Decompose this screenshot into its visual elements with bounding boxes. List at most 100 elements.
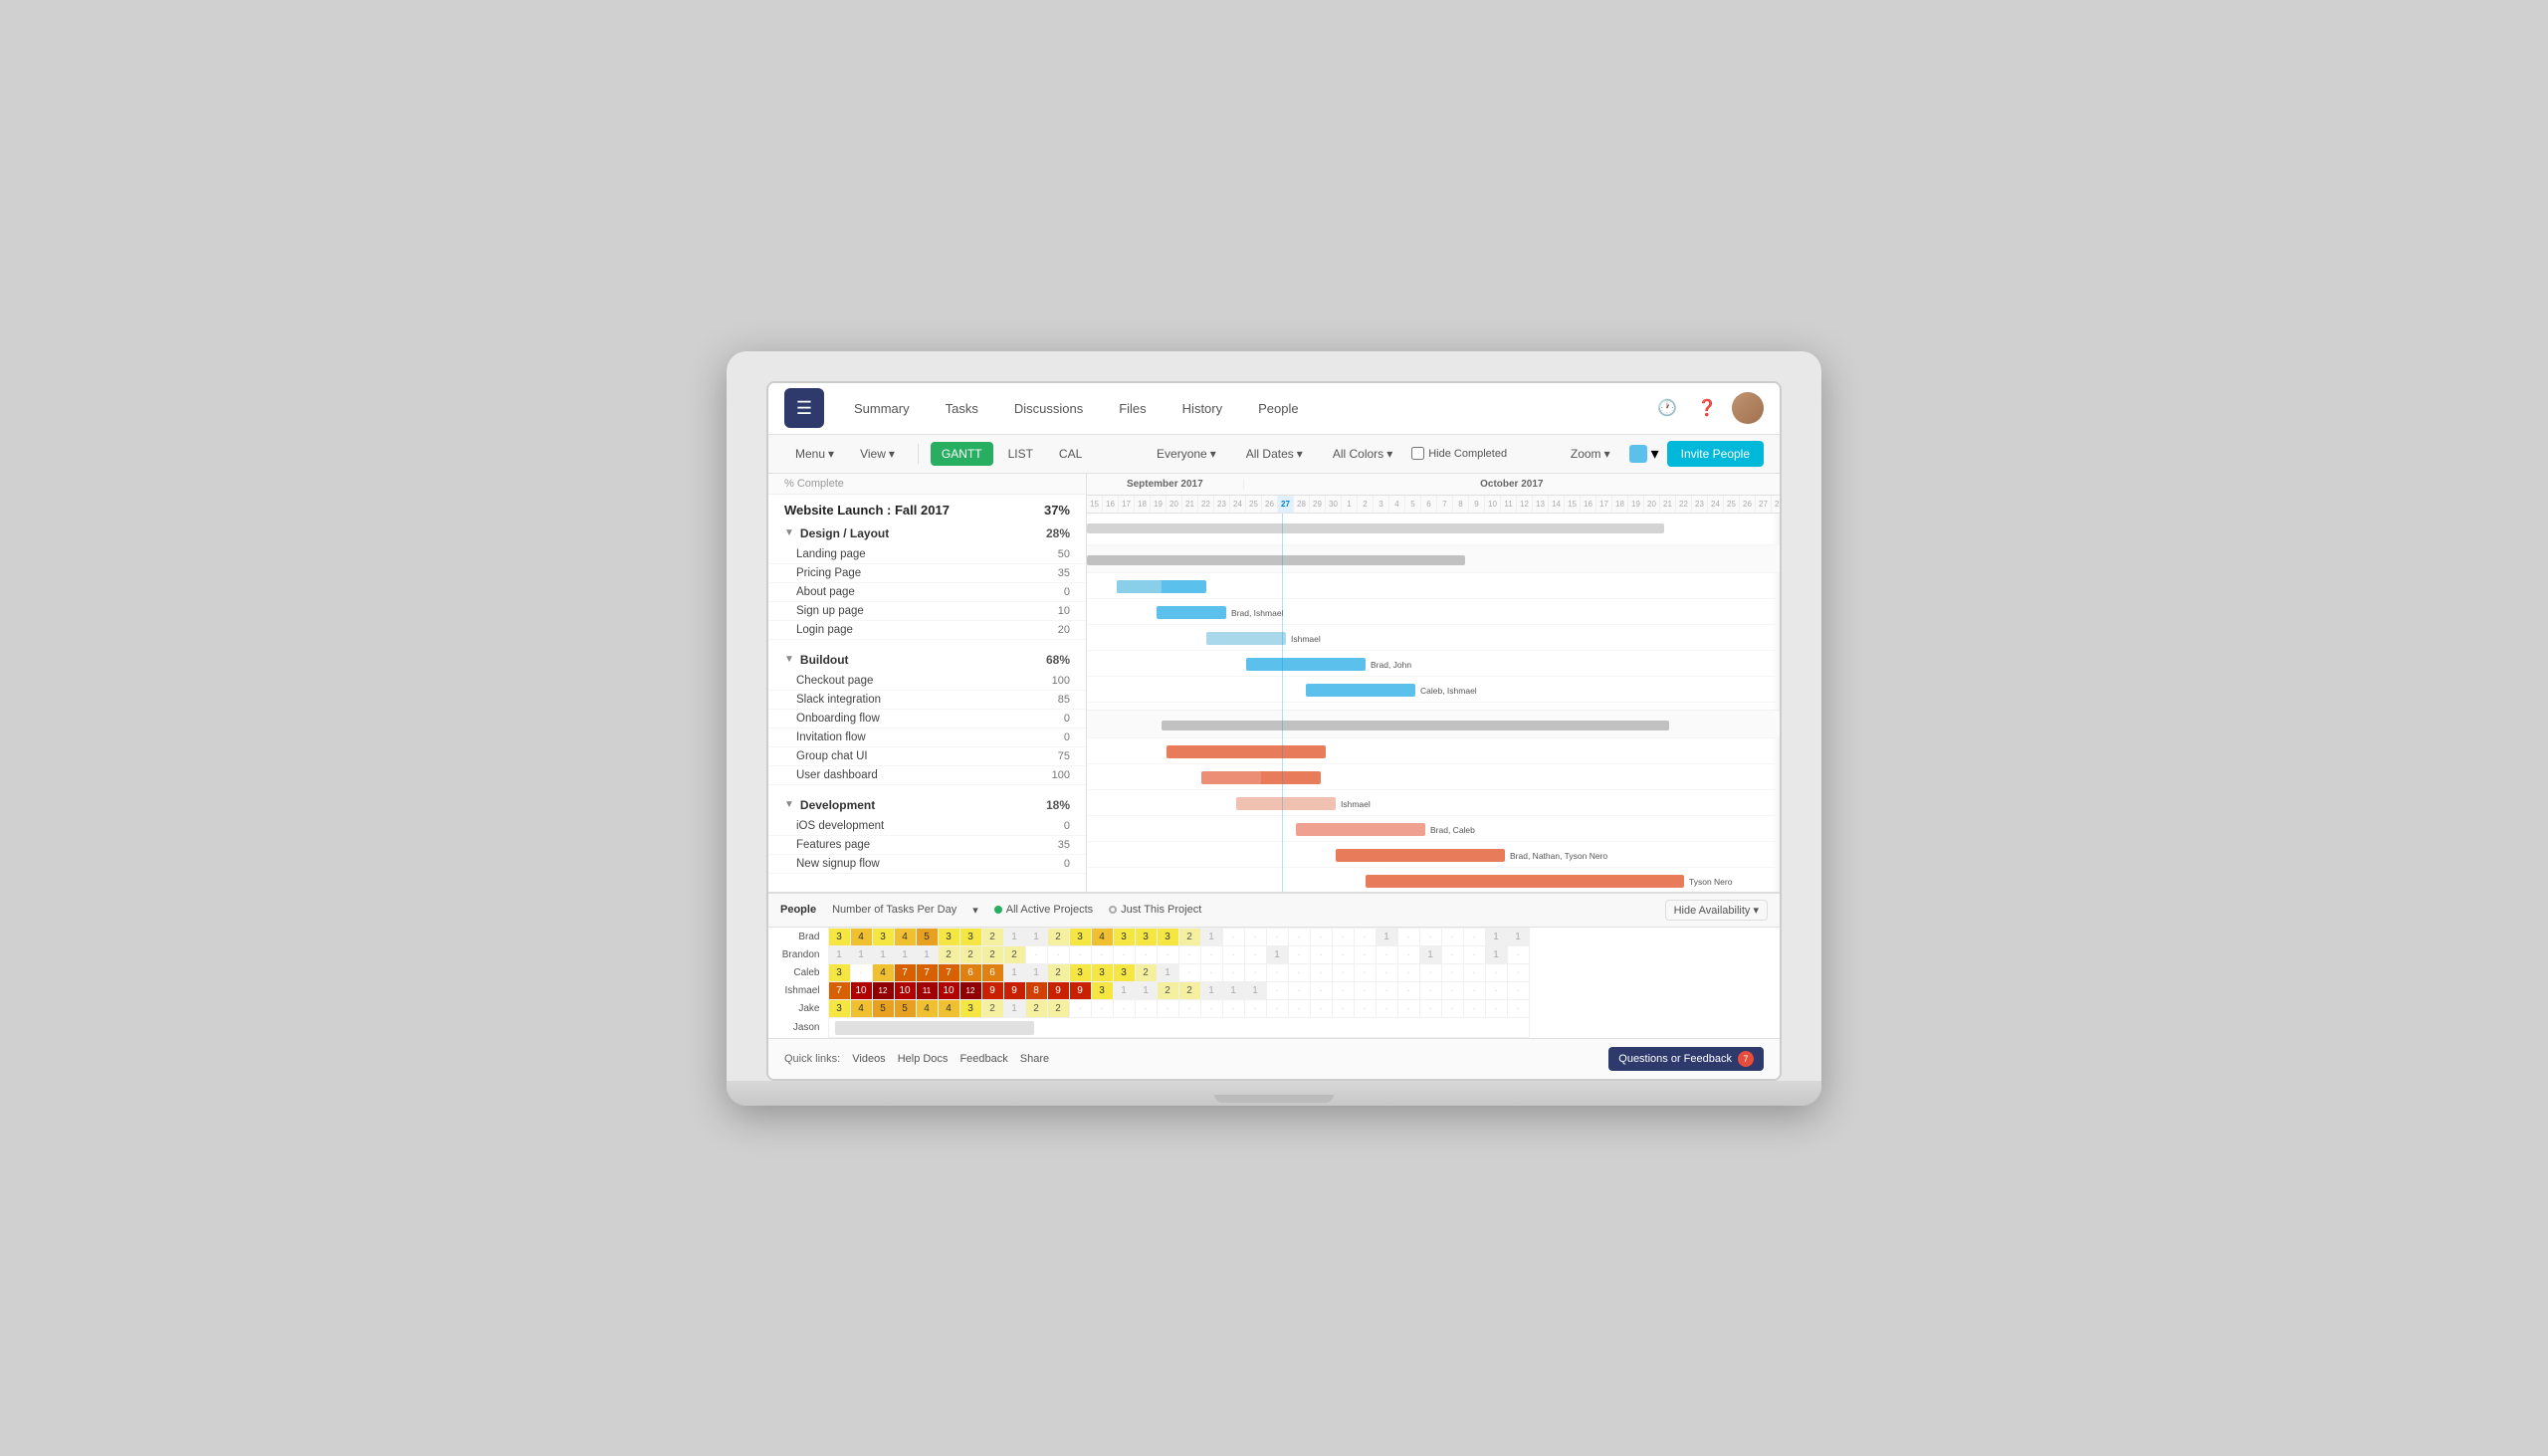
tab-people[interactable]: People xyxy=(1244,395,1312,422)
tab-files[interactable]: Files xyxy=(1105,395,1160,422)
project-title-row[interactable]: Website Launch : Fall 2017 37% xyxy=(768,495,1086,521)
collapse-icon: ▼ xyxy=(784,527,794,538)
project-percent: 37% xyxy=(1044,503,1070,518)
feedback-count: 7 xyxy=(1738,1051,1754,1067)
people-row-jake: Jake 34554432122····················· xyxy=(768,999,1529,1017)
gantt-button[interactable]: GANTT xyxy=(931,442,993,466)
footer-right: Questions or Feedback 7 xyxy=(1608,1047,1764,1071)
person-name: Jake xyxy=(768,999,828,1017)
people-table: Brad 343453321123433321·······1····11 Br… xyxy=(768,928,1530,1038)
task-row[interactable]: About page 0 xyxy=(768,583,1086,602)
task-row[interactable]: New signup flow 0 xyxy=(768,855,1086,874)
filter-dates[interactable]: All Dates ▾ xyxy=(1235,442,1314,466)
app-logo[interactable]: ☰ xyxy=(784,388,824,428)
task-row[interactable]: Landing page 50 xyxy=(768,545,1086,564)
people-grid: Brad 343453321123433321·······1····11 Br… xyxy=(768,928,1780,1038)
gantt-group-row xyxy=(1087,545,1780,573)
toolbar: Menu ▾ View ▾ GANTT LIST CAL Everyone ▾ … xyxy=(768,435,1780,474)
feedback-button[interactable]: Questions or Feedback 7 xyxy=(1608,1047,1764,1071)
tab-tasks[interactable]: Tasks xyxy=(932,395,992,422)
divider-1 xyxy=(918,444,919,464)
group-name: Development xyxy=(800,798,875,812)
footer-link-feedback[interactable]: Feedback xyxy=(959,1053,1007,1065)
tab-history[interactable]: History xyxy=(1168,395,1236,422)
today-line xyxy=(1282,514,1283,892)
task-row[interactable]: Login page 20 xyxy=(768,621,1086,640)
gantt-task-row xyxy=(1087,738,1780,764)
main-nav: Summary Tasks Discussions Files History … xyxy=(840,395,1652,422)
invite-people-button[interactable]: Invite People xyxy=(1667,441,1764,467)
gantt-task-row: Brad, John xyxy=(1087,651,1780,677)
hide-availability-button[interactable]: Hide Availability ▾ xyxy=(1665,900,1768,921)
group-name: Design / Layout xyxy=(800,526,889,540)
task-row[interactable]: Group chat UI 75 xyxy=(768,747,1086,766)
group-development[interactable]: ▼ Development 18% xyxy=(768,793,1086,817)
gantt-task-row: Ishmael xyxy=(1087,625,1780,651)
people-label: People xyxy=(780,904,816,916)
group-buildout[interactable]: ▼ Buildout 68% xyxy=(768,648,1086,672)
person-name: Caleb xyxy=(768,963,828,981)
task-row[interactable]: Invitation flow 0 xyxy=(768,728,1086,747)
person-name: Ishmael xyxy=(768,981,828,999)
filter-colors[interactable]: All Colors ▾ xyxy=(1322,442,1403,466)
user-avatar[interactable] xyxy=(1732,392,1764,424)
tasks-per-day-label: Number of Tasks Per Day xyxy=(832,904,956,916)
task-list-header: % Complete xyxy=(768,474,1086,495)
quick-links-label: Quick links: xyxy=(784,1053,840,1065)
footer: Quick links: Videos Help Docs Feedback S… xyxy=(768,1038,1780,1079)
people-header: People Number of Tasks Per Day ▾ All Act… xyxy=(768,894,1780,928)
gantt-body: .gr { height:26px; position:relative; bo… xyxy=(1087,514,1780,892)
footer-link-share[interactable]: Share xyxy=(1020,1053,1049,1065)
app-header: ☰ Summary Tasks Discussions Files Histor… xyxy=(768,383,1780,435)
gantt-task-row: Caleb, Ishmael xyxy=(1087,677,1780,703)
task-row[interactable]: Onboarding flow 0 xyxy=(768,710,1086,728)
task-list: % Complete Website Launch : Fall 2017 37… xyxy=(768,474,1087,892)
this-project-option[interactable]: Just This Project xyxy=(1109,904,1201,916)
people-row-brandon: Brandon 111112222···········1······1··1· xyxy=(768,945,1529,963)
menu-button[interactable]: Menu ▾ xyxy=(784,442,845,466)
tab-discussions[interactable]: Discussions xyxy=(1000,395,1097,422)
group-percent: 18% xyxy=(1046,798,1070,812)
all-projects-option[interactable]: All Active Projects xyxy=(994,904,1093,916)
gantt-task-row: Brad, Ishmael xyxy=(1087,599,1780,625)
project-title: Website Launch : Fall 2017 xyxy=(784,503,950,518)
gantt-day-header: .gd { width:16px; font-size:8px; color:#… xyxy=(1087,496,1780,514)
people-row-jason: Jason xyxy=(768,1017,1529,1037)
laptop-notch xyxy=(1214,1095,1334,1103)
gantt-group-row xyxy=(1087,711,1780,738)
collapse-icon: ▼ xyxy=(784,799,794,810)
task-row[interactable]: User dashboard 100 xyxy=(768,766,1086,785)
person-name: Jason xyxy=(768,1017,828,1037)
hide-completed-label[interactable]: Hide Completed xyxy=(1411,447,1507,460)
task-row[interactable]: iOS development 0 xyxy=(768,817,1086,836)
gantt-task-row: Tyson Nero xyxy=(1087,868,1780,892)
filter-everyone[interactable]: Everyone ▾ xyxy=(1146,442,1227,466)
gantt-project-row xyxy=(1087,514,1780,545)
cal-button[interactable]: CAL xyxy=(1048,442,1093,466)
view-button[interactable]: View ▾ xyxy=(849,442,906,466)
help-icon[interactable]: ❓ xyxy=(1692,393,1722,423)
people-row-ishmael: Ishmael 71012101110129989931122111······… xyxy=(768,981,1529,999)
gantt-task-row: Brad, Caleb xyxy=(1087,816,1780,842)
footer-link-videos[interactable]: Videos xyxy=(852,1053,885,1065)
gantt-task-row xyxy=(1087,764,1780,790)
task-row[interactable]: Checkout page 100 xyxy=(768,672,1086,691)
tab-summary[interactable]: Summary xyxy=(840,395,924,422)
task-row[interactable]: Features page 35 xyxy=(768,836,1086,855)
people-row-brad: Brad 343453321123433321·······1····11 xyxy=(768,928,1529,945)
task-row[interactable]: Sign up page 10 xyxy=(768,602,1086,621)
task-row[interactable]: Pricing Page 35 xyxy=(768,564,1086,583)
footer-link-help-docs[interactable]: Help Docs xyxy=(898,1053,949,1065)
people-section: People Number of Tasks Per Day ▾ All Act… xyxy=(768,892,1780,1038)
clock-icon[interactable]: 🕐 xyxy=(1652,393,1682,423)
group-percent: 28% xyxy=(1046,526,1070,540)
list-button[interactable]: LIST xyxy=(997,442,1044,466)
hide-completed-checkbox[interactable] xyxy=(1411,447,1424,460)
people-row-caleb: Caleb 3·47776611233321················ xyxy=(768,963,1529,981)
collapse-icon: ▼ xyxy=(784,654,794,665)
main-content: % Complete Website Launch : Fall 2017 37… xyxy=(768,474,1780,892)
task-row[interactable]: Slack integration 85 xyxy=(768,691,1086,710)
gantt-task-row: Ishmael xyxy=(1087,790,1780,816)
zoom-button[interactable]: Zoom ▾ xyxy=(1560,442,1621,466)
group-design-layout[interactable]: ▼ Design / Layout 28% xyxy=(768,521,1086,545)
